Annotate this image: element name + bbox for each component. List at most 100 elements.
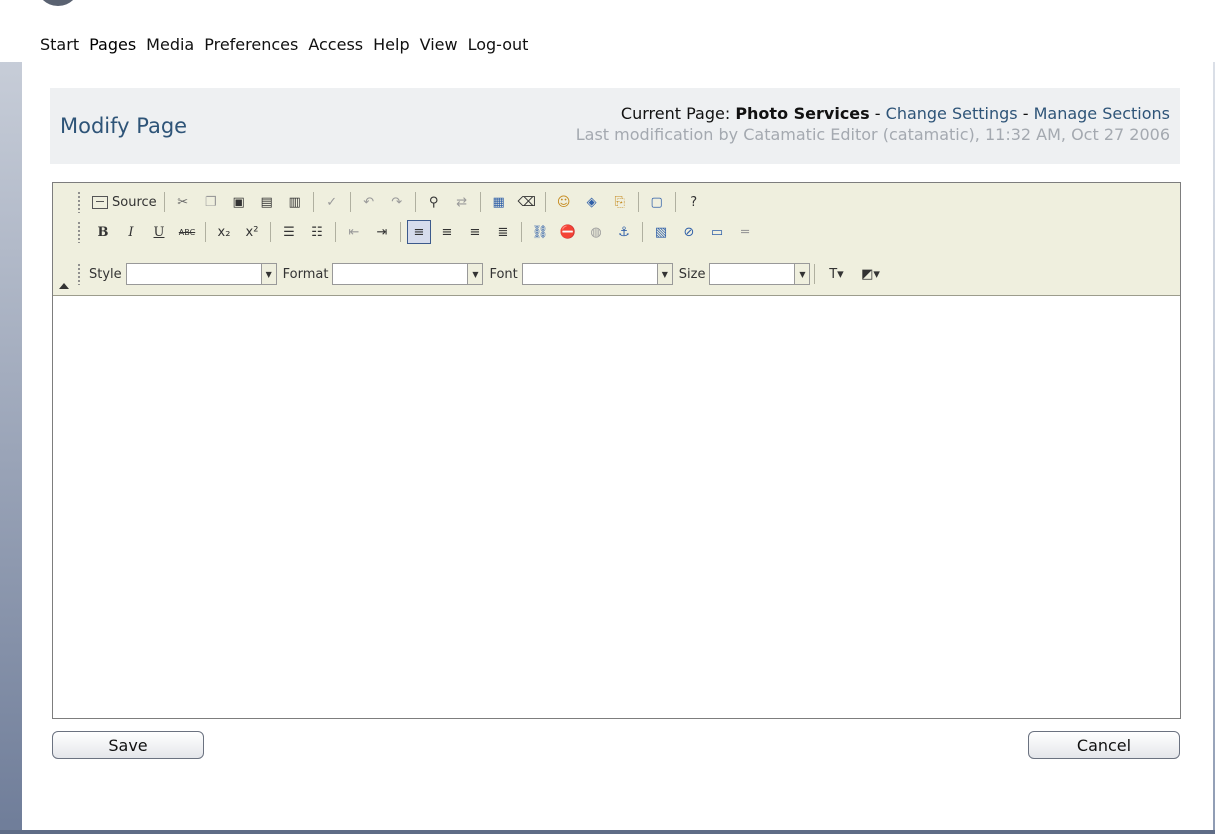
- page-title: Modify Page: [60, 114, 188, 138]
- toolbar-separator: [521, 222, 522, 242]
- horizontal-rule-icon[interactable]: ═: [733, 220, 757, 244]
- image-icon[interactable]: ▧: [649, 220, 673, 244]
- toolbar-separator: [814, 264, 816, 284]
- paste-word-icon[interactable]: ▥: [283, 190, 307, 214]
- subscript-icon[interactable]: x₂: [212, 220, 236, 244]
- size-select-value: [710, 264, 794, 284]
- flash-icon[interactable]: ⊘: [677, 220, 701, 244]
- copy-icon[interactable]: ❐: [199, 190, 223, 214]
- spellcheck-icon[interactable]: ✓: [320, 190, 344, 214]
- smiley-icon[interactable]: ☺: [552, 190, 576, 214]
- justify-icon[interactable]: ≣: [491, 220, 515, 244]
- chevron-down-icon[interactable]: ▼: [656, 264, 672, 284]
- collapse-toolbar-icon[interactable]: [59, 283, 69, 289]
- browse-server-icon[interactable]: ◍: [584, 220, 608, 244]
- nav-preferences[interactable]: Preferences: [200, 31, 302, 58]
- unlink-icon[interactable]: ⛔: [556, 220, 580, 244]
- bold-button[interactable]: B: [91, 220, 115, 244]
- manage-sections-link[interactable]: Manage Sections: [1034, 104, 1170, 123]
- nav-logout[interactable]: Log-out: [464, 31, 533, 58]
- select-all-icon[interactable]: ▦: [487, 190, 511, 214]
- paste-text-icon[interactable]: ▤: [255, 190, 279, 214]
- source-label: Source: [112, 194, 157, 210]
- underline-button[interactable]: U: [147, 220, 171, 244]
- style-select-value: [127, 264, 261, 284]
- toolbar-grip[interactable]: [77, 221, 81, 243]
- toolbar-row-2: B I U ABC x₂ x² ☰ ☷ ⇤ ⇥ ≡ ≡ ≡ ≣ ⛓ ⛔ ◍ ⚓ …: [89, 219, 759, 245]
- replace-icon[interactable]: ⇄: [450, 190, 474, 214]
- editor-content-area[interactable]: [53, 296, 1180, 718]
- cancel-button[interactable]: Cancel: [1028, 731, 1180, 759]
- redo-icon[interactable]: ↷: [385, 190, 409, 214]
- italic-button[interactable]: I: [119, 220, 143, 244]
- toolbar-grip[interactable]: [77, 191, 81, 213]
- toolbar-separator: [270, 222, 271, 242]
- nav-help[interactable]: Help: [369, 31, 413, 58]
- background-color-icon[interactable]: ◩▾: [855, 262, 885, 286]
- font-select-value: [523, 264, 657, 284]
- style-select[interactable]: ▼: [125, 263, 277, 285]
- anchor-icon[interactable]: ⚓: [612, 220, 636, 244]
- current-page-name: Photo Services: [735, 104, 870, 123]
- nav-start[interactable]: Start: [36, 31, 83, 58]
- nav-media[interactable]: Media: [142, 31, 198, 58]
- toolbar-separator: [674, 192, 676, 212]
- align-left-icon[interactable]: ≡: [407, 220, 431, 244]
- table-icon[interactable]: ▭: [705, 220, 729, 244]
- toolbar-separator: [349, 192, 351, 212]
- size-select[interactable]: ▼: [709, 263, 811, 285]
- undo-icon[interactable]: ↶: [357, 190, 381, 214]
- current-page-label: Current Page:: [620, 104, 731, 123]
- nav-access[interactable]: Access: [304, 31, 367, 58]
- source-button[interactable]: Source: [89, 191, 160, 213]
- style-label: Style: [89, 266, 122, 282]
- link-icon[interactable]: ⛓: [528, 220, 552, 244]
- change-settings-link[interactable]: Change Settings: [886, 104, 1018, 123]
- numbered-list-icon[interactable]: ☰: [277, 220, 301, 244]
- align-right-icon[interactable]: ≡: [463, 220, 487, 244]
- window-bottom-edge: [0, 830, 1215, 834]
- format-label: Format: [282, 266, 329, 282]
- font-select[interactable]: ▼: [521, 263, 673, 285]
- outdent-icon[interactable]: ⇤: [342, 220, 366, 244]
- align-center-icon[interactable]: ≡: [435, 220, 459, 244]
- toolbar-separator: [642, 222, 643, 242]
- header-info: Current Page: Photo Services - Change Se…: [576, 104, 1170, 144]
- format-select[interactable]: ▼: [332, 263, 484, 285]
- toolbar-grip[interactable]: [77, 263, 81, 285]
- editor-toolbar: Source ✂ ❐ ▣ ▤ ▥ ✓ ↶ ↷ ⚲ ⇄ ▦ ⌫ ☺ ◈ ⎘ ▢ ?…: [53, 183, 1180, 296]
- font-label: Font: [489, 266, 518, 282]
- chevron-down-icon[interactable]: ▼: [794, 264, 810, 284]
- toolbar-separator: [205, 222, 206, 242]
- toolbar-row-3: Style ▼ Format ▼ Font ▼ Size ▼ T▾ ◩▾: [83, 261, 887, 287]
- save-button[interactable]: Save: [52, 731, 204, 759]
- toolbar-separator: [312, 192, 314, 212]
- indent-icon[interactable]: ⇥: [370, 220, 394, 244]
- page-break-icon[interactable]: ⎘: [608, 190, 632, 214]
- window-left-edge: [0, 60, 22, 834]
- find-icon[interactable]: ⚲: [422, 190, 446, 214]
- bulleted-list-icon[interactable]: ☷: [305, 220, 329, 244]
- toolbar-separator: [637, 192, 639, 212]
- current-page-line: Current Page: Photo Services - Change Se…: [576, 104, 1170, 123]
- help-icon[interactable]: ?: [682, 190, 706, 214]
- nav-pages[interactable]: Pages: [85, 30, 141, 58]
- size-label: Size: [678, 266, 706, 282]
- strike-button[interactable]: ABC: [175, 220, 199, 244]
- nav-view[interactable]: View: [416, 31, 462, 58]
- paste-icon[interactable]: ▣: [227, 190, 251, 214]
- format-select-value: [333, 264, 467, 284]
- source-icon: [92, 195, 108, 209]
- preview-icon[interactable]: ▢: [645, 190, 669, 214]
- superscript-icon[interactable]: x²: [240, 220, 264, 244]
- cut-icon[interactable]: ✂: [171, 190, 195, 214]
- special-char-icon[interactable]: ◈: [580, 190, 604, 214]
- main-nav: Start Pages Media Preferences Access Hel…: [36, 30, 534, 58]
- toolbar-separator: [163, 192, 165, 212]
- chevron-down-icon[interactable]: ▼: [260, 264, 276, 284]
- page-header: Modify Page Current Page: Photo Services…: [50, 88, 1180, 164]
- text-color-icon[interactable]: T▾: [821, 262, 851, 286]
- remove-format-icon[interactable]: ⌫: [515, 190, 539, 214]
- toolbar-separator: [544, 192, 546, 212]
- chevron-down-icon[interactable]: ▼: [467, 264, 483, 284]
